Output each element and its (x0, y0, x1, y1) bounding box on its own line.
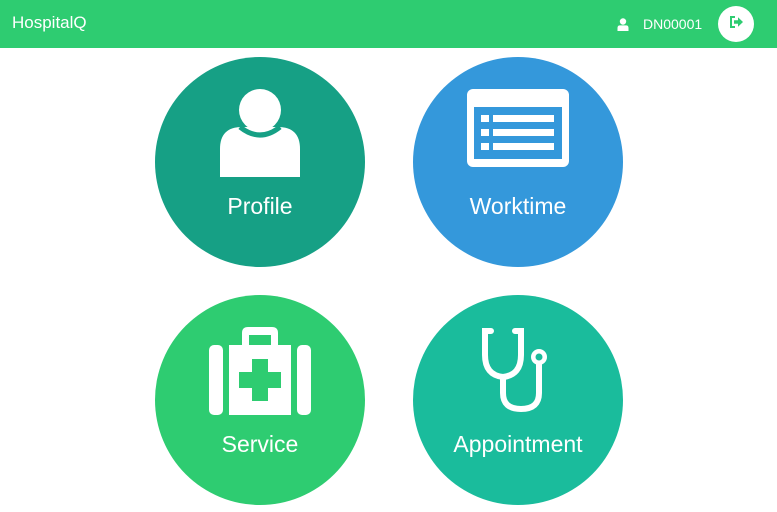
top-navbar: HospitalQ DN00001 (0, 0, 777, 48)
worktime-tile[interactable]: Worktime (413, 57, 623, 267)
service-tile[interactable]: Service (155, 295, 365, 505)
user-info: DN00001 (617, 14, 702, 34)
logout-button[interactable] (718, 6, 754, 42)
user-icon (617, 17, 629, 31)
appointment-label: Appointment (453, 431, 583, 457)
medkit-icon (155, 327, 365, 415)
brand-title[interactable]: HospitalQ (12, 13, 87, 33)
list-icon (413, 89, 623, 167)
profile-tile[interactable]: Profile (155, 57, 365, 267)
stethoscope-icon (413, 325, 623, 415)
sign-out-icon (728, 15, 744, 34)
user-icon (155, 89, 365, 177)
user-id-label: DN00001 (643, 16, 703, 32)
profile-label: Profile (227, 193, 293, 219)
worktime-label: Worktime (469, 193, 567, 219)
service-label: Service (221, 431, 299, 457)
appointment-tile[interactable]: Appointment (413, 295, 623, 505)
